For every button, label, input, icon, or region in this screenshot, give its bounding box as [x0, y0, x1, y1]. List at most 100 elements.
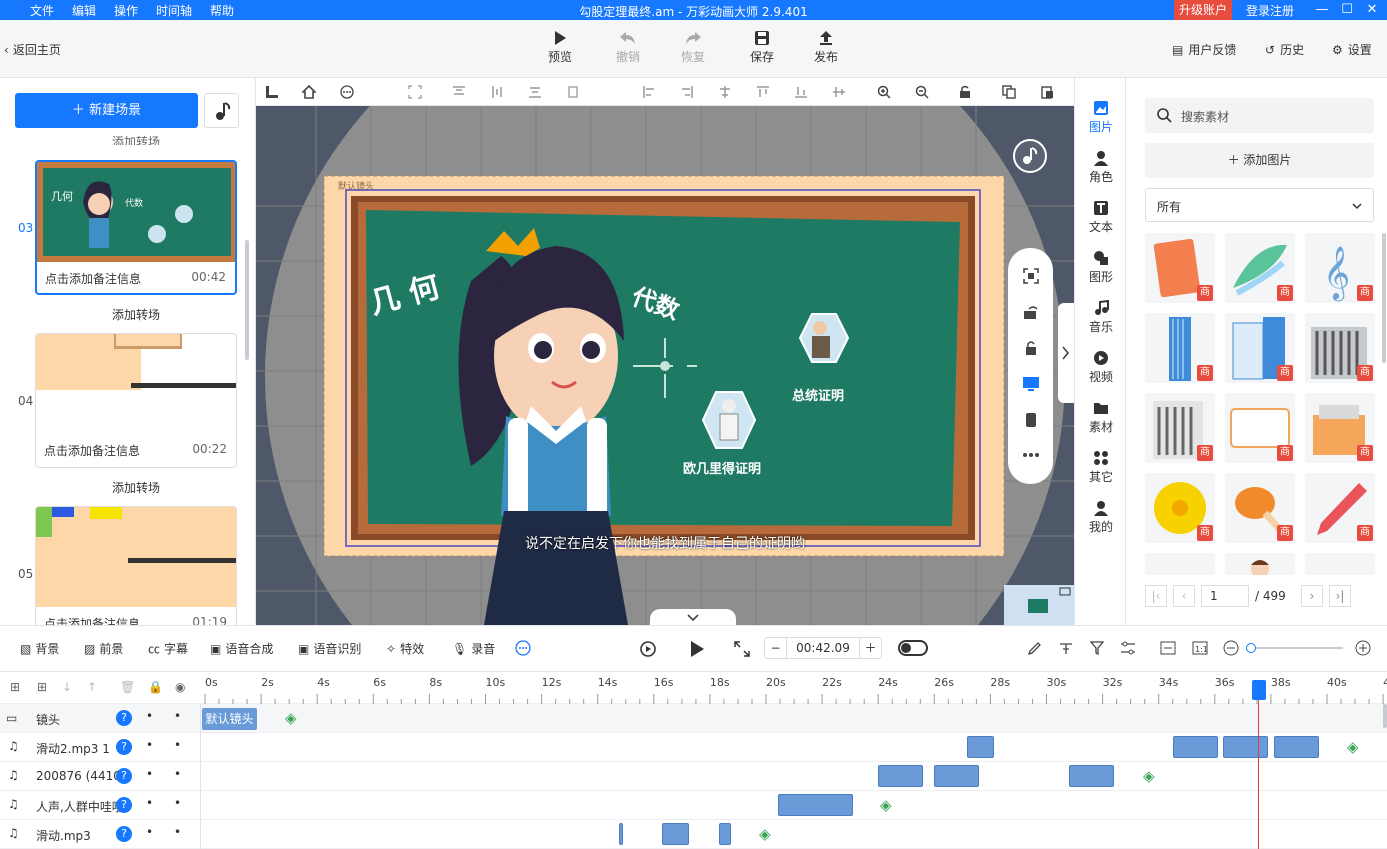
- replay-icon[interactable]: [639, 640, 657, 658]
- asset-scrollbar[interactable]: [1382, 233, 1386, 363]
- zoom-out-icon[interactable]: [1223, 640, 1239, 656]
- prev-page-button[interactable]: ‹: [1173, 585, 1195, 607]
- home-icon[interactable]: [302, 85, 316, 99]
- asset-tile-office[interactable]: 商: [1145, 393, 1215, 463]
- add-layer-icon[interactable]: ⊞: [37, 680, 47, 694]
- page-input[interactable]: 1: [1201, 585, 1249, 607]
- foreground-button[interactable]: ▨ 前景: [84, 640, 123, 657]
- expand-panel-handle[interactable]: [1058, 303, 1074, 403]
- asset-tile-pencil[interactable]: 商: [1305, 473, 1375, 543]
- close-icon[interactable]: ✕: [1360, 0, 1384, 20]
- timeline-scrollbar[interactable]: [1383, 704, 1387, 728]
- help-icon[interactable]: ?: [116, 710, 132, 726]
- category-music[interactable]: 音乐: [1075, 300, 1127, 335]
- time-decrement-button[interactable]: −: [765, 638, 787, 658]
- edit-icon[interactable]: [1028, 641, 1042, 655]
- focus-icon[interactable]: [408, 85, 422, 99]
- add-transition[interactable]: 添加转场: [35, 479, 237, 496]
- audio-clip[interactable]: [967, 736, 994, 758]
- help-icon[interactable]: ?: [116, 768, 132, 784]
- distribute-icon[interactable]: [566, 85, 580, 99]
- add-transition[interactable]: 添加转场: [35, 306, 237, 323]
- stage-music-button[interactable]: [1013, 139, 1047, 173]
- rotate-icon[interactable]: [1023, 304, 1039, 320]
- delete-icon[interactable]: 🗑: [120, 680, 135, 694]
- collapse-timeline-handle[interactable]: [650, 609, 736, 625]
- asset-tile-book[interactable]: 商: [1145, 233, 1215, 303]
- split-icon[interactable]: [1059, 641, 1073, 655]
- more-circle-icon[interactable]: [515, 640, 531, 656]
- publish-button[interactable]: 发布: [806, 30, 846, 65]
- help-icon[interactable]: ?: [116, 826, 132, 842]
- add-image-button[interactable]: ＋ 添加图片: [1145, 143, 1374, 178]
- category-mine[interactable]: 我的: [1075, 500, 1127, 535]
- category-other[interactable]: 其它: [1075, 450, 1127, 485]
- category-image[interactable]: 图片: [1075, 100, 1127, 135]
- sliders-icon[interactable]: [1120, 641, 1136, 655]
- align-top-icon[interactable]: [452, 85, 466, 99]
- zoom-out-icon[interactable]: [915, 85, 929, 99]
- align-center-icon[interactable]: [718, 85, 732, 99]
- scene-music-button[interactable]: [204, 93, 239, 128]
- history-button[interactable]: ↺ 历史: [1265, 41, 1304, 58]
- stage-canvas[interactable]: 几 何 代数 总统证明 欧几里得证明 说不定在启发下你也能找到属于自己的证明哟 …: [256, 106, 1074, 625]
- next-page-button[interactable]: ›: [1301, 585, 1323, 607]
- one-to-one-icon[interactable]: 1:1: [1192, 641, 1208, 655]
- align-middle-icon[interactable]: [832, 85, 846, 99]
- play-icon[interactable]: [689, 640, 705, 658]
- align-bottom-edge-icon[interactable]: [794, 85, 808, 99]
- lock-icon[interactable]: 🔒: [148, 680, 163, 694]
- scene-scrollbar[interactable]: [245, 240, 249, 360]
- audio-clip[interactable]: [1069, 765, 1114, 787]
- subtitle-text[interactable]: 说不定在启发下你也能找到属于自己的证明哟: [256, 533, 1074, 553]
- category-shape[interactable]: 图形: [1075, 250, 1127, 285]
- undo-button[interactable]: 撤销: [608, 30, 648, 65]
- add-keyframe-icon[interactable]: ◈: [285, 709, 297, 727]
- redo-button[interactable]: 恢复: [673, 30, 713, 65]
- paste-icon[interactable]: [1040, 85, 1054, 99]
- add-keyframe-icon[interactable]: ◈: [880, 796, 892, 814]
- lock-icon[interactable]: [1023, 340, 1039, 356]
- toggle-switch[interactable]: [898, 640, 928, 656]
- help-icon[interactable]: ?: [116, 739, 132, 755]
- audio-clip[interactable]: [1274, 736, 1319, 758]
- category-text[interactable]: 文本: [1075, 200, 1127, 235]
- align-bottom-icon[interactable]: [528, 85, 542, 99]
- move-up-icon[interactable]: ↑: [87, 680, 97, 694]
- track-audio-2[interactable]: ♫ 200876 (44100Hz ? • • ◈: [0, 762, 1387, 791]
- scene-card-04[interactable]: 点击添加备注信息 00:22: [35, 333, 237, 468]
- category-character[interactable]: 角色: [1075, 150, 1127, 185]
- new-scene-button[interactable]: ＋ 新建场景: [15, 93, 198, 128]
- audio-clip[interactable]: [619, 823, 623, 845]
- asset-tile-frame[interactable]: 商: [1225, 393, 1295, 463]
- category-material[interactable]: 素材: [1075, 400, 1127, 435]
- align-top-edge-icon[interactable]: [756, 85, 770, 99]
- save-button[interactable]: 保存: [742, 30, 782, 65]
- back-home-button[interactable]: ‹ 返回主页: [4, 41, 61, 58]
- top-transition-label[interactable]: 添加转场: [35, 133, 237, 145]
- audio-clip[interactable]: [1223, 736, 1268, 758]
- track-audio-4[interactable]: ♫ 滑动.mp3 ? • • ◈: [0, 820, 1387, 849]
- phone-icon[interactable]: [1024, 412, 1038, 428]
- asset-tile-building-blue[interactable]: 商: [1225, 313, 1295, 383]
- asset-tile-clef[interactable]: 𝄞 商: [1305, 233, 1375, 303]
- settings-button[interactable]: ⚙ 设置: [1332, 41, 1372, 58]
- eye-icon[interactable]: ◉: [175, 680, 185, 694]
- scene-card-05[interactable]: 点击添加备注信息 01:19: [35, 506, 237, 625]
- fit-width-icon[interactable]: [1160, 641, 1176, 655]
- asset-tile-building-gray[interactable]: 商: [1305, 313, 1375, 383]
- playhead[interactable]: [1258, 680, 1259, 849]
- zoom-in-icon[interactable]: [877, 85, 891, 99]
- record-button[interactable]: 🎙 录音: [452, 640, 495, 657]
- feedback-button[interactable]: ▤ 用户反馈: [1172, 41, 1236, 58]
- asset-tile-partial[interactable]: [1145, 553, 1215, 575]
- more-icon[interactable]: [1022, 452, 1040, 458]
- playhead-handle[interactable]: [1252, 680, 1266, 700]
- asset-tile-partial[interactable]: [1305, 553, 1375, 575]
- time-increment-button[interactable]: ＋: [859, 638, 881, 658]
- zoom-in-icon[interactable]: [1355, 640, 1371, 656]
- upgrade-button[interactable]: 升级账户: [1174, 0, 1232, 20]
- current-time-field[interactable]: 00:42.09: [787, 638, 859, 658]
- asset-tile-tower[interactable]: 商: [1145, 313, 1215, 383]
- track-audio-1[interactable]: ♫ 滑动2.mp3 1 ? • • ◈: [0, 733, 1387, 762]
